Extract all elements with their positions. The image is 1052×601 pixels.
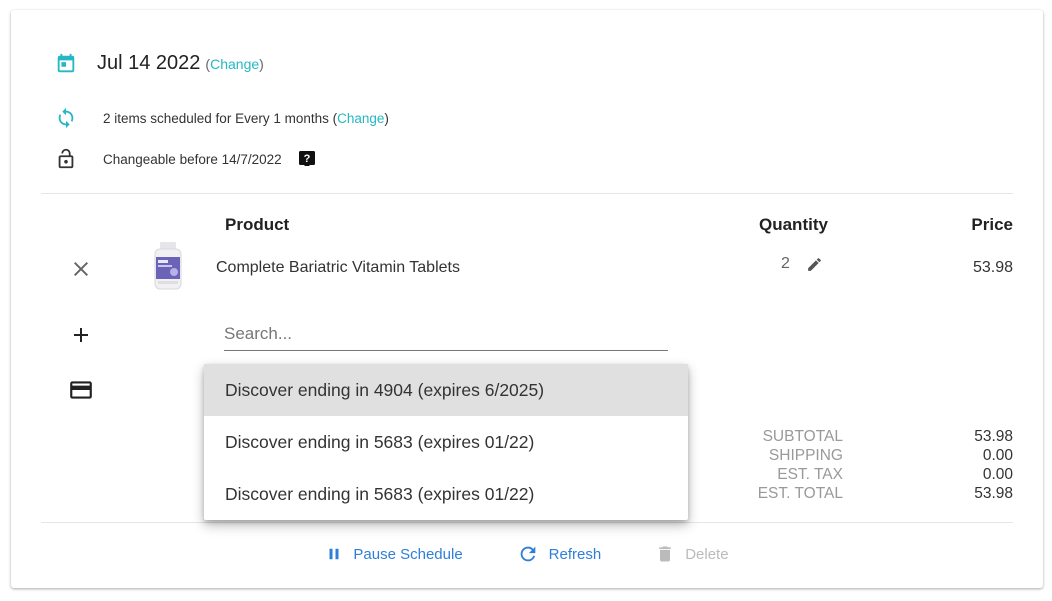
schedule-date-row: Jul 14 2022 (Change) bbox=[55, 52, 264, 75]
product-price: 53.98 bbox=[972, 259, 1013, 276]
payment-option[interactable]: Discover ending in 5683 (expires 01/22) bbox=[204, 416, 688, 468]
schedule-frequency-row: 2 items scheduled for Every 1 months (Ch… bbox=[55, 107, 389, 129]
product-search bbox=[224, 319, 668, 351]
header-quantity: Quantity bbox=[759, 215, 828, 234]
subtotal-value: 53.98 bbox=[974, 428, 1013, 445]
shipping-value: 0.00 bbox=[982, 447, 1013, 464]
action-bar: Pause Schedule Refresh Delete bbox=[11, 543, 1043, 565]
changeable-row: Changeable before 14/7/2022 ? bbox=[55, 148, 315, 170]
calendar-icon bbox=[55, 53, 77, 75]
tax-row: EST. TAX 0.00 bbox=[693, 465, 1013, 484]
tax-label: EST. TAX bbox=[777, 466, 843, 483]
pause-icon bbox=[325, 545, 343, 563]
subscription-card: Jul 14 2022 (Change) 2 items scheduled f… bbox=[11, 10, 1043, 588]
help-icon[interactable]: ? bbox=[298, 151, 315, 167]
credit-card-icon[interactable] bbox=[68, 377, 94, 403]
pause-schedule-button[interactable]: Pause Schedule bbox=[325, 545, 463, 563]
total-label: EST. TOTAL bbox=[757, 485, 843, 502]
unlock-icon bbox=[55, 148, 77, 170]
payment-method-dropdown: Discover ending in 4904 (expires 6/2025)… bbox=[204, 364, 688, 520]
refresh-button[interactable]: Refresh bbox=[517, 543, 602, 565]
shipping-row: SHIPPING 0.00 bbox=[693, 446, 1013, 465]
refresh-label: Refresh bbox=[548, 545, 602, 563]
divider-bottom bbox=[41, 522, 1013, 523]
total-value: 53.98 bbox=[974, 485, 1013, 502]
subtotal-row: SUBTOTAL 53.98 bbox=[693, 427, 1013, 446]
header-price: Price bbox=[971, 215, 1013, 234]
refresh-icon bbox=[517, 543, 539, 565]
shipping-label: SHIPPING bbox=[768, 447, 843, 464]
tax-value: 0.00 bbox=[982, 466, 1013, 483]
pencil-icon[interactable] bbox=[806, 256, 823, 273]
delete-label: Delete bbox=[685, 545, 729, 563]
payment-option[interactable]: Discover ending in 4904 (expires 6/2025) bbox=[204, 364, 688, 416]
sync-icon bbox=[55, 107, 77, 129]
quantity-value: 2 bbox=[781, 255, 790, 272]
changeable-text: Changeable before 14/7/2022 bbox=[103, 151, 282, 167]
date-change-group: (Change) bbox=[205, 55, 264, 72]
frequency-label: 2 items scheduled for Every 1 months bbox=[103, 110, 329, 126]
date-change-link[interactable]: Change bbox=[210, 56, 259, 72]
frequency-change-link[interactable]: Change bbox=[337, 111, 384, 126]
product-quantity: 2 bbox=[781, 255, 823, 273]
divider-top bbox=[41, 193, 1013, 194]
trash-icon bbox=[655, 544, 675, 564]
svg-text:?: ? bbox=[303, 153, 310, 165]
total-row: EST. TOTAL 53.98 bbox=[693, 484, 1013, 503]
close-icon[interactable] bbox=[69, 257, 93, 281]
payment-option[interactable]: Discover ending in 5683 (expires 01/22) bbox=[204, 468, 688, 520]
delete-button[interactable]: Delete bbox=[655, 544, 729, 564]
subtotal-label: SUBTOTAL bbox=[762, 428, 843, 445]
order-totals: SUBTOTAL 53.98 SHIPPING 0.00 EST. TAX 0.… bbox=[693, 427, 1013, 503]
product-name[interactable]: Complete Bariatric Vitamin Tablets bbox=[216, 259, 460, 277]
product-image bbox=[151, 241, 185, 291]
plus-icon[interactable] bbox=[69, 323, 93, 347]
schedule-date: Jul 14 2022 bbox=[97, 52, 201, 74]
frequency-text: 2 items scheduled for Every 1 months (Ch… bbox=[103, 110, 389, 126]
search-input[interactable] bbox=[224, 319, 668, 349]
pause-label: Pause Schedule bbox=[353, 545, 463, 563]
header-product: Product bbox=[225, 215, 290, 234]
